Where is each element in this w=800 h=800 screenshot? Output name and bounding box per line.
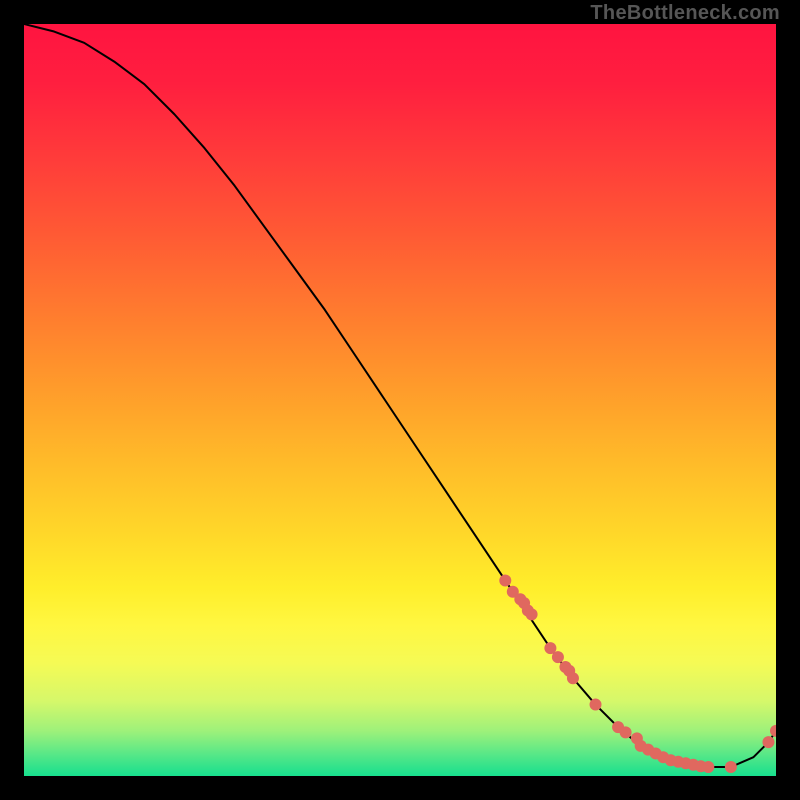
chart-frame: TheBottleneck.com: [0, 0, 800, 800]
data-point: [499, 574, 511, 586]
watermark-text: TheBottleneck.com: [590, 2, 780, 25]
bottleneck-chart: [24, 24, 776, 776]
data-point: [526, 608, 538, 620]
data-point: [552, 651, 564, 663]
data-point: [702, 761, 714, 773]
data-point: [590, 699, 602, 711]
gradient-background: [24, 24, 776, 776]
data-point: [762, 736, 774, 748]
data-point: [567, 672, 579, 684]
data-point: [725, 761, 737, 773]
data-point: [620, 726, 632, 738]
